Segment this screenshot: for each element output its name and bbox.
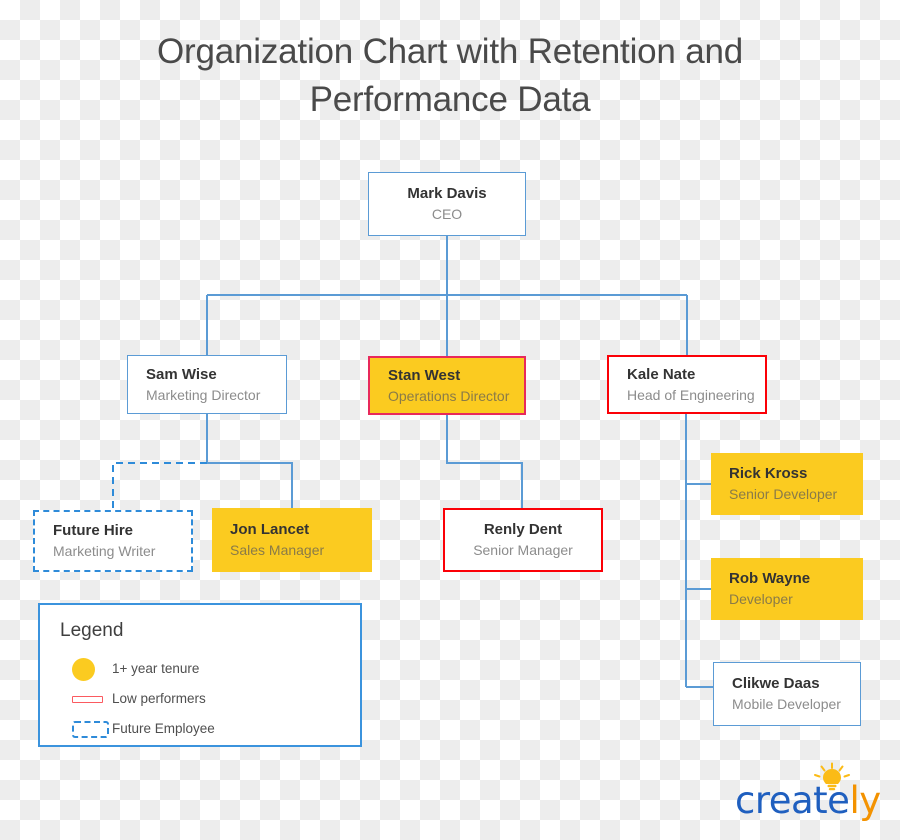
node-name: Mark Davis [407,185,487,202]
node-role: Operations Director [388,387,510,404]
legend-title: Legend [60,620,124,641]
node-kale-nate[interactable]: Kale Nate Head of Engineering [607,355,767,414]
yellow-circle-icon [72,657,95,681]
node-name: Rick Kross [729,465,808,482]
node-role: Developer [729,591,793,607]
connector-to-future-hire [112,462,207,510]
node-role: Senior Manager [473,542,573,558]
creately-logo: creately [735,762,881,824]
logo-text-create: create [735,779,850,822]
legend-swatch-container [60,657,112,681]
node-role: Mobile Developer [732,696,841,712]
node-name: Jon Lancet [230,521,310,538]
node-name: Stan West [388,366,461,384]
node-role: Marketing Director [146,386,261,403]
node-role: Senior Developer [729,486,838,502]
legend-item-tenure: 1+ year tenure [60,654,360,684]
creately-wordmark: creately [735,780,881,822]
node-clikwe-daas[interactable]: Clikwe Daas Mobile Developer [713,662,861,726]
node-name: Rob Wayne [729,570,811,587]
node-role: Marketing Writer [53,543,156,559]
connector-to-senior-manager [446,415,523,508]
legend-item-future-employee: Future Employee [60,714,360,744]
node-role: Sales Manager [230,542,325,558]
legend-item-label: 1+ year tenure [112,661,200,676]
node-role: CEO [431,206,463,222]
legend-item-label: Low performers [112,691,206,706]
page-title: Organization Chart with Retention and Pe… [157,32,743,119]
node-name: Clikwe Daas [732,675,820,692]
legend-swatch-container [60,720,112,738]
legend-swatch-container [60,695,112,703]
node-name: Renly Dent [483,521,563,538]
node-rick-kross[interactable]: Rick Kross Senior Developer [711,453,863,515]
node-sam-wise[interactable]: Sam Wise Marketing Director [127,355,287,414]
node-stan-west[interactable]: Stan West Operations Director [368,356,526,415]
legend-item-label: Future Employee [112,721,215,736]
connector-to-sales [207,462,293,508]
red-outline-bar-icon [72,695,103,703]
node-mark-davis[interactable]: Mark Davis CEO [368,172,526,236]
legend-panel: Legend 1+ year tenure Low performers Fut… [38,603,362,747]
node-name: Future Hire [53,522,134,539]
blue-dashed-rect-icon [72,720,109,738]
org-chart-canvas: Organization Chart with Retention and Pe… [0,0,900,840]
legend-item-low-performers: Low performers [60,684,360,714]
node-jon-lancet[interactable]: Jon Lancet Sales Manager [212,508,372,572]
node-future-hire[interactable]: Future Hire Marketing Writer [33,510,193,572]
node-name: Sam Wise [146,365,217,383]
node-rob-wayne[interactable]: Rob Wayne Developer [711,558,863,620]
node-role: Head of Engineering [627,386,755,403]
node-renly-dent[interactable]: Renly Dent Senior Manager [443,508,603,572]
node-name: Kale Nate [627,365,696,383]
logo-text-ly: ly [849,779,881,822]
